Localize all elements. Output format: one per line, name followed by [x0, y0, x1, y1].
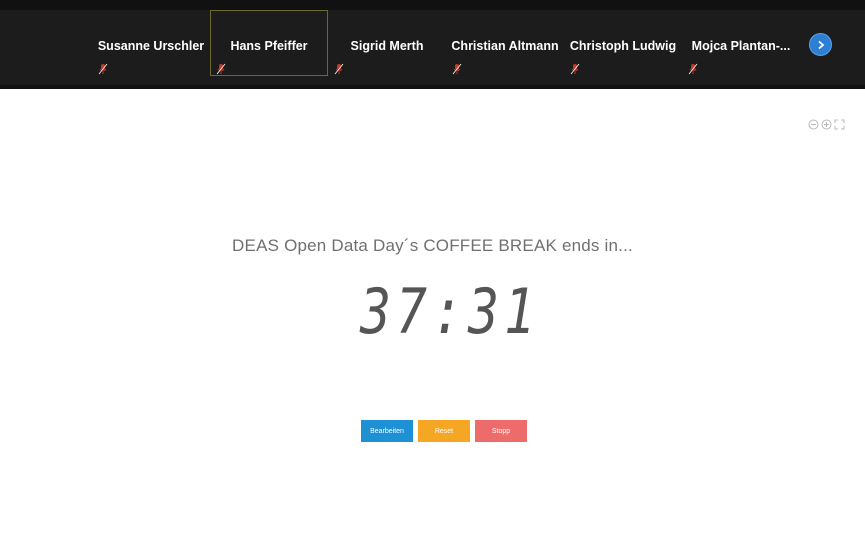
reset-button[interactable]: Reset: [418, 420, 470, 442]
participant-tile[interactable]: Mojca Plantan-...: [682, 10, 800, 76]
next-participants-button[interactable]: [809, 33, 832, 56]
countdown-time: 37:31: [359, 278, 540, 340]
participant-name: Sigrid Merth: [350, 39, 424, 53]
chevron-right-icon: [817, 40, 824, 49]
zoom-out-icon[interactable]: [808, 119, 819, 130]
timer-actions: Bearbeiten Reset Stopp: [361, 420, 527, 442]
mic-muted-icon: [98, 63, 108, 75]
participant-tile[interactable]: Christoph Ludwig: [564, 10, 682, 76]
edit-button[interactable]: Bearbeiten: [361, 420, 413, 442]
participant-list: Susanne Urschler Hans Pfeiffer Sigrid Me…: [92, 10, 800, 78]
fullscreen-icon[interactable]: [834, 119, 845, 130]
participant-name: Christoph Ludwig: [569, 39, 677, 53]
mic-muted-icon: [570, 63, 580, 75]
participant-tile[interactable]: Hans Pfeiffer: [210, 10, 328, 76]
mic-muted-icon: [452, 63, 462, 75]
participant-name: Susanne Urschler: [97, 39, 205, 53]
participant-tile[interactable]: Christian Altmann: [446, 10, 564, 76]
stop-button[interactable]: Stopp: [475, 420, 527, 442]
zoom-in-icon[interactable]: [821, 119, 832, 130]
zoom-controls: [808, 119, 845, 130]
mic-muted-icon: [334, 63, 344, 75]
countdown-timer: 37:31: [359, 278, 540, 340]
participant-name: Hans Pfeiffer: [230, 39, 308, 53]
participant-name: Christian Altmann: [451, 39, 559, 53]
mic-muted-icon: [688, 63, 698, 75]
countdown-title: DEAS Open Data Day´s COFFEE BREAK ends i…: [232, 236, 633, 255]
mic-muted-icon: [216, 63, 226, 75]
participant-name: Mojca Plantan-...: [691, 39, 791, 53]
participant-tile[interactable]: Susanne Urschler: [92, 10, 210, 76]
participant-bar: Susanne Urschler Hans Pfeiffer Sigrid Me…: [0, 0, 865, 89]
participant-tile[interactable]: Sigrid Merth: [328, 10, 446, 76]
